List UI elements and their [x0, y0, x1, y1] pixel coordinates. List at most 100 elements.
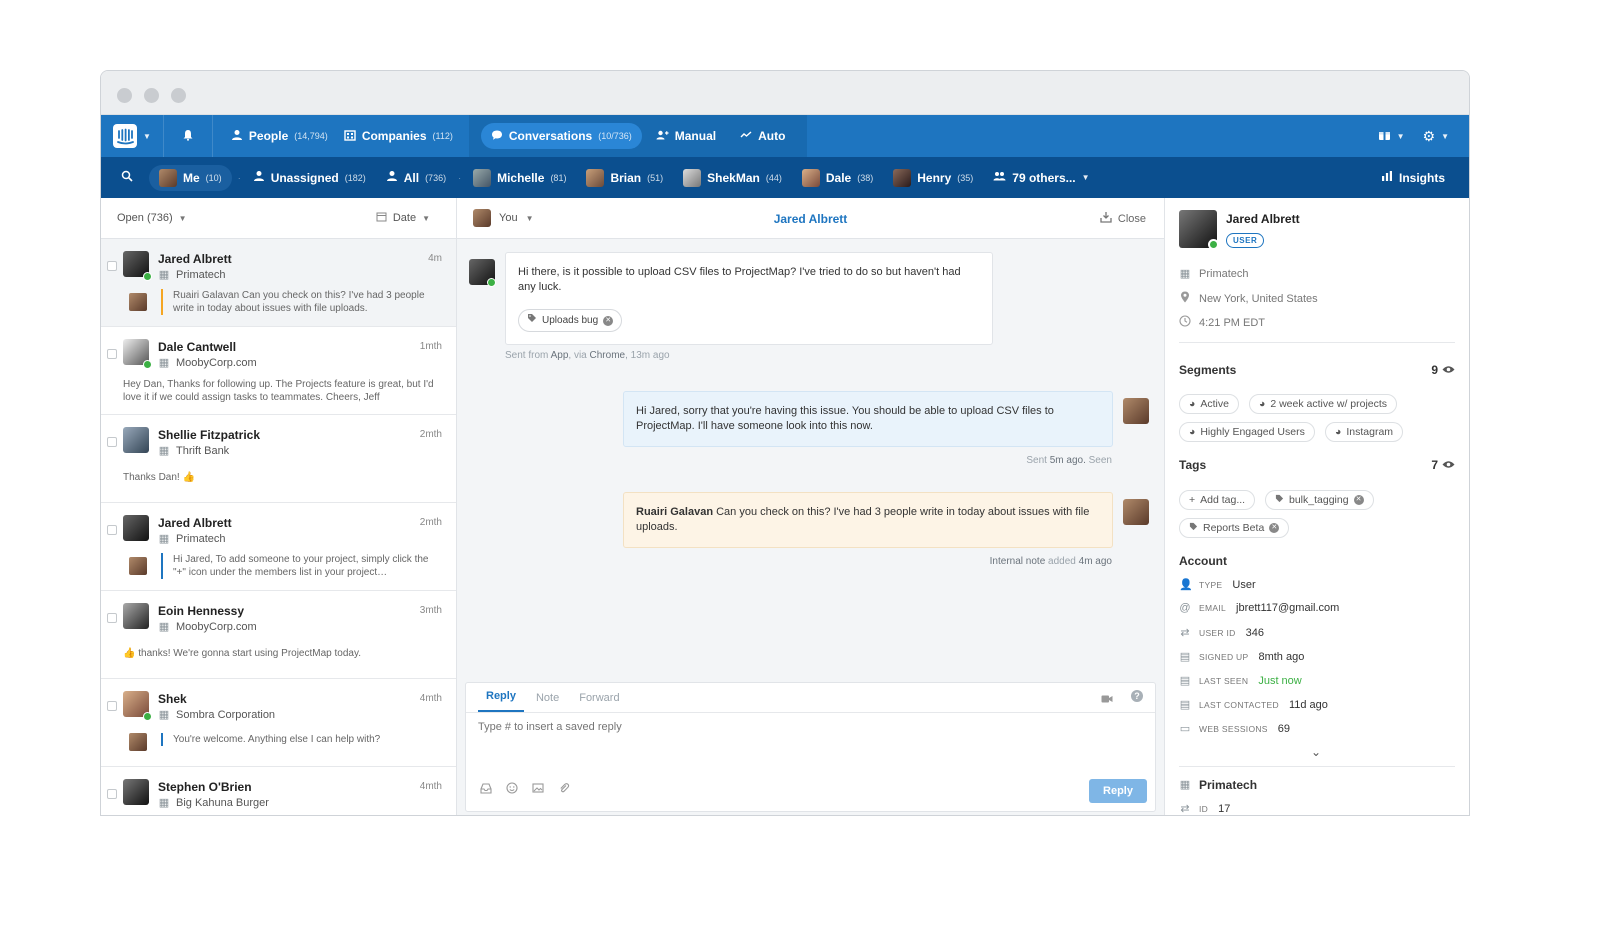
list-item[interactable]: Eoin Hennessy 3mth ▦ MoobyCorp.com 👍 than…	[101, 591, 456, 679]
status-filter-dropdown[interactable]: Open (736) ▼	[117, 212, 187, 224]
meta-prefix: Sent	[1026, 455, 1047, 466]
reply-button[interactable]: Reply	[1089, 779, 1147, 803]
tab-note[interactable]: Note	[528, 692, 567, 712]
app-menu[interactable]: ▼	[101, 115, 163, 157]
profile-name[interactable]: Jared Albrett	[1226, 212, 1300, 226]
tags-count-button[interactable]: 7	[1431, 458, 1455, 472]
attachment-icon[interactable]	[558, 781, 570, 799]
segment-label: Instagram	[1346, 426, 1394, 438]
profile-company[interactable]: Primatech	[1199, 268, 1249, 280]
account-value[interactable]: jbrett117@gmail.com	[1236, 602, 1339, 614]
select-checkbox[interactable]	[107, 261, 117, 271]
account-value: 69	[1277, 722, 1291, 735]
note-meta-verb: added	[1048, 556, 1076, 567]
emoji-icon[interactable]	[506, 781, 518, 799]
select-checkbox[interactable]	[107, 437, 117, 447]
filter-unassigned[interactable]: Unassigned (182)	[243, 157, 376, 198]
remove-tag-icon[interactable]: ✕	[1269, 523, 1280, 533]
nav-people[interactable]: People (14,794)	[213, 115, 340, 157]
filter-others[interactable]: 79 others... ▼	[983, 157, 1099, 198]
message-preview: Thanks Dan! 👍	[123, 472, 195, 483]
select-checkbox[interactable]	[107, 613, 117, 623]
tag-label: Reports Beta	[1203, 522, 1265, 534]
filter-teammate-shekman[interactable]: ShekMan (44)	[673, 157, 792, 198]
tag-icon	[1189, 522, 1198, 534]
nav-conversations[interactable]: Conversations (10/736)	[480, 123, 642, 149]
account-value: Just now	[1258, 674, 1302, 687]
select-checkbox[interactable]	[107, 789, 117, 799]
tab-reply[interactable]: Reply	[478, 690, 524, 712]
filter-all-label: All	[403, 170, 420, 185]
avatar	[123, 603, 149, 629]
filter-teammate-brian[interactable]: Brian (51)	[576, 157, 673, 198]
reply-input[interactable]	[478, 721, 1143, 761]
tab-forward[interactable]: Forward	[571, 692, 627, 712]
list-item[interactable]: Shek 4mth ▦ Sombra Corporation You're wel…	[101, 679, 456, 767]
list-item[interactable]: Stephen O'Brien 4mth ▦ Big Kahuna Burger	[101, 767, 456, 815]
conversation-title[interactable]: Jared Albrett	[457, 212, 1164, 226]
expand-chevron-icon[interactable]: ⌄	[1311, 745, 1321, 759]
segment-pill[interactable]: ◕ Instagram	[1325, 422, 1404, 442]
saved-reply-icon[interactable]	[480, 781, 492, 799]
segment-pill[interactable]: ◕ Highly Engaged Users	[1179, 422, 1315, 442]
list-item[interactable]: Jared Albrett 4m ▦ Primatech Ruairi Galav…	[101, 239, 456, 327]
tag-label: bulk_tagging	[1289, 494, 1349, 506]
building-icon: ▦	[158, 533, 170, 545]
meta-app: App	[550, 350, 569, 361]
select-checkbox[interactable]	[107, 525, 117, 535]
meta-browser: Chrome	[589, 350, 626, 361]
account-value: 346	[1245, 626, 1264, 639]
location-pin-icon	[1179, 291, 1191, 306]
nav-conversations-count: (10/736)	[598, 131, 632, 141]
add-tag-button[interactable]: + Add tag...	[1179, 490, 1256, 510]
note-mention[interactable]: Ruairi Galavan	[636, 506, 713, 518]
filter-me[interactable]: Me (10)	[149, 164, 232, 191]
help-icon[interactable]: ?	[1131, 690, 1143, 702]
message-preview: Hi Jared, To add someone to your project…	[161, 553, 442, 579]
filter-teammate-dale[interactable]: Dale (38)	[792, 157, 883, 198]
apps-menu-button[interactable]: ▼	[1370, 115, 1413, 157]
company-section-header[interactable]: ▦ Primatech	[1179, 778, 1455, 792]
sort-dropdown[interactable]: Date ▼	[376, 211, 440, 225]
nav-manual[interactable]: Manual	[646, 115, 726, 157]
inbox-download-icon	[1100, 211, 1112, 226]
remove-tag-icon[interactable]: ✕	[1353, 495, 1364, 505]
filter-all[interactable]: All (736)	[376, 157, 456, 198]
filter-teammate-michelle[interactable]: Michelle (81)	[463, 157, 576, 198]
list-item[interactable]: Jared Albrett 2mth ▦ Primatech Hi Jared, …	[101, 503, 456, 591]
tag-pill[interactable]: Reports Beta ✕	[1179, 518, 1290, 538]
list-item[interactable]: Dale Cantwell 1mth ▦ MoobyCorp.com Hey Da…	[101, 327, 456, 415]
segment-pill[interactable]: ◕ 2 week active w/ projects	[1249, 394, 1398, 414]
internal-note: Ruairi Galavan Can you check on this? I'…	[623, 492, 1113, 548]
nav-auto[interactable]: Auto	[730, 115, 795, 157]
select-checkbox[interactable]	[107, 701, 117, 711]
window-zoom-dot[interactable]	[171, 88, 186, 103]
segments-count-button[interactable]: 9	[1431, 363, 1455, 377]
message-preview: Ruairi Galavan Can you check on this? I'…	[161, 289, 442, 315]
remove-tag-icon[interactable]: ✕	[603, 315, 614, 326]
search-button[interactable]	[101, 157, 149, 198]
segment-pill[interactable]: ◕ Active	[1179, 394, 1239, 414]
divider	[1179, 766, 1455, 767]
image-icon[interactable]	[532, 781, 544, 799]
window-minimize-dot[interactable]	[144, 88, 159, 103]
nav-manual-label: Manual	[674, 129, 717, 143]
timestamp: 2mth	[419, 517, 442, 528]
insights-button[interactable]: Insights	[1371, 157, 1469, 198]
window-close-dot[interactable]	[117, 88, 132, 103]
tag-pill[interactable]: bulk_tagging ✕	[1265, 490, 1374, 510]
list-item[interactable]: Shellie Fitzpatrick 2mth ▦ Thrift Bank Th…	[101, 415, 456, 503]
close-conversation-button[interactable]: Close	[1100, 211, 1146, 226]
timestamp: 4mth	[419, 693, 442, 704]
notifications-button[interactable]	[164, 115, 212, 157]
agent-avatar	[1123, 398, 1149, 424]
online-indicator	[143, 712, 152, 721]
message-tag[interactable]: Uploads bug ✕	[518, 309, 623, 332]
video-icon[interactable]	[1101, 691, 1113, 709]
filter-teammate-henry[interactable]: Henry (35)	[883, 157, 983, 198]
select-checkbox[interactable]	[107, 349, 117, 359]
message-text: Hi there, is it possible to upload CSV f…	[518, 266, 961, 293]
settings-menu-button[interactable]: ⚙ ▼	[1413, 115, 1469, 157]
nav-companies[interactable]: Companies (112)	[340, 115, 469, 157]
chevron-down-icon: ▼	[1396, 131, 1405, 141]
